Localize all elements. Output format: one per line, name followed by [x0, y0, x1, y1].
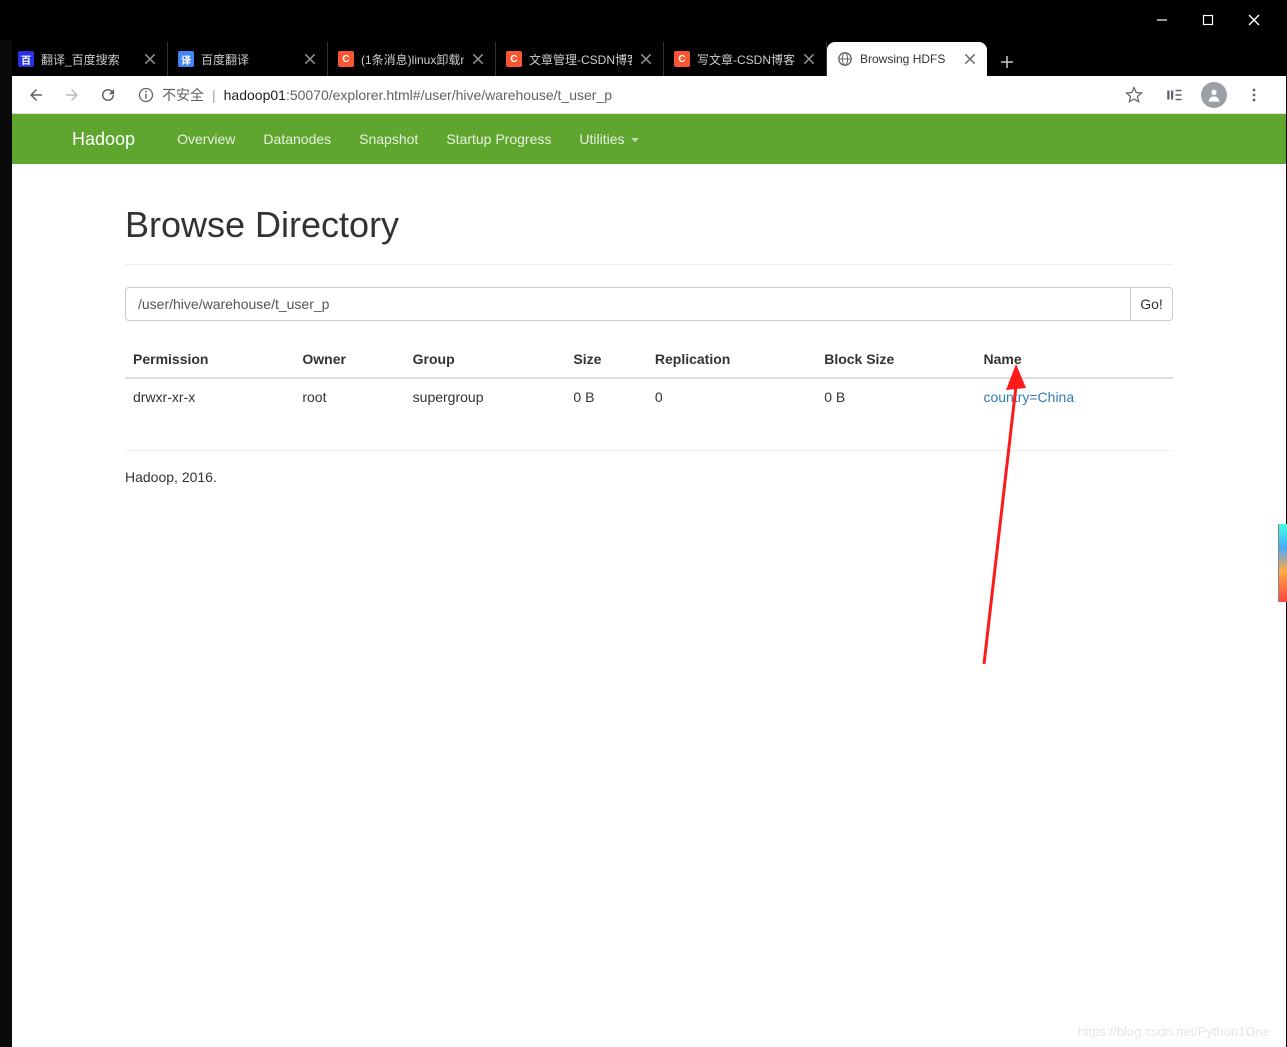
cell-name-link[interactable]: country=China — [975, 378, 1173, 416]
col-owner: Owner — [294, 341, 404, 378]
nav-snapshot[interactable]: Snapshot — [359, 131, 418, 147]
tab-title: 翻译_百度搜索 — [41, 51, 136, 68]
forward-button[interactable] — [56, 79, 88, 111]
background-terminal-sliver — [0, 40, 12, 1047]
tab-csdn-linux[interactable]: C (1条消息)linux卸载n — [328, 42, 496, 76]
tab-title: (1条消息)linux卸载n — [361, 51, 464, 68]
close-icon[interactable] — [963, 52, 977, 66]
browser-address-bar: 不安全 | hadoop01:50070/explorer.html#/user… — [12, 76, 1286, 114]
go-button[interactable]: Go! — [1131, 287, 1173, 321]
insecure-label: 不安全 — [162, 85, 204, 105]
cell-group: supergroup — [405, 378, 566, 416]
browser-tabs-bar: 百 翻译_百度搜索 译 百度翻译 C (1条消息)linux卸载n C 文章管理… — [0, 40, 1287, 76]
tab-title: Browsing HDFS — [860, 52, 956, 66]
cell-size: 0 B — [565, 378, 646, 416]
col-size: Size — [565, 341, 646, 378]
page-title: Browse Directory — [125, 204, 1173, 246]
directory-table: Permission Owner Group Size Replication … — [125, 341, 1173, 416]
menu-button[interactable] — [1238, 79, 1270, 111]
tab-title: 写文章-CSDN博客 — [697, 51, 795, 68]
page-content: Hadoop Overview Datanodes Snapshot Start… — [12, 114, 1286, 1047]
hadoop-navbar: Hadoop Overview Datanodes Snapshot Start… — [12, 114, 1286, 164]
profile-button[interactable] — [1198, 79, 1230, 111]
nav-datanodes[interactable]: Datanodes — [263, 131, 331, 147]
nav-startup-progress[interactable]: Startup Progress — [446, 131, 551, 147]
url-text: hadoop01:50070/explorer.html#/user/hive/… — [224, 87, 612, 103]
window-maximize-button[interactable] — [1185, 4, 1231, 36]
nav-overview[interactable]: Overview — [177, 131, 235, 147]
col-group: Group — [405, 341, 566, 378]
info-icon — [138, 87, 154, 103]
col-block-size: Block Size — [816, 341, 975, 378]
tab-title: 百度翻译 — [201, 51, 296, 68]
table-row: drwxr-xr-x root supergroup 0 B 0 0 B cou… — [125, 378, 1173, 416]
path-input[interactable] — [125, 287, 1131, 321]
cell-permission: drwxr-xr-x — [125, 378, 294, 416]
tab-browsing-hdfs[interactable]: Browsing HDFS — [827, 42, 987, 76]
favicon-baidu-icon: 百 — [18, 51, 34, 67]
media-control-icon[interactable] — [1158, 79, 1190, 111]
watermark-text: https://blog.csdn.net/Python1One — [1078, 1024, 1270, 1039]
back-button[interactable] — [20, 79, 52, 111]
close-icon[interactable] — [802, 52, 816, 66]
cell-owner: root — [294, 378, 404, 416]
tab-csdn-write[interactable]: C 写文章-CSDN博客 — [664, 42, 827, 76]
brand-logo[interactable]: Hadoop — [72, 129, 135, 150]
favicon-csdn-icon: C — [338, 51, 354, 67]
window-minimize-button[interactable] — [1139, 4, 1185, 36]
divider — [125, 264, 1173, 265]
close-icon[interactable] — [639, 52, 653, 66]
path-input-row: Go! — [125, 287, 1173, 321]
favicon-csdn-icon: C — [674, 51, 690, 67]
divider — [125, 450, 1173, 451]
col-name: Name — [975, 341, 1173, 378]
nav-utilities-dropdown[interactable]: Utilities — [579, 131, 638, 147]
close-icon[interactable] — [471, 52, 485, 66]
bookmark-button[interactable] — [1118, 79, 1150, 111]
favicon-csdn-icon: C — [506, 51, 522, 67]
reload-button[interactable] — [92, 79, 124, 111]
footer-text: Hadoop, 2016. — [125, 469, 1173, 485]
cell-block-size: 0 B — [816, 378, 975, 416]
url-field[interactable]: 不安全 | hadoop01:50070/explorer.html#/user… — [128, 81, 1114, 109]
new-tab-button[interactable] — [993, 48, 1021, 76]
tab-csdn-manage[interactable]: C 文章管理-CSDN博客 — [496, 42, 664, 76]
right-edge-indicator — [1278, 524, 1287, 602]
favicon-globe-icon — [837, 51, 853, 67]
close-icon[interactable] — [303, 52, 317, 66]
tab-baidu-translate[interactable]: 译 百度翻译 — [168, 42, 328, 76]
favicon-translate-icon: 译 — [178, 51, 194, 67]
cell-replication: 0 — [647, 378, 816, 416]
close-icon[interactable] — [143, 52, 157, 66]
separator: | — [212, 87, 216, 103]
col-permission: Permission — [125, 341, 294, 378]
window-titlebar — [0, 0, 1287, 40]
tab-title: 文章管理-CSDN博客 — [529, 51, 632, 68]
tab-baidu-search[interactable]: 百 翻译_百度搜索 — [8, 42, 168, 76]
col-replication: Replication — [647, 341, 816, 378]
window-close-button[interactable] — [1231, 4, 1277, 36]
